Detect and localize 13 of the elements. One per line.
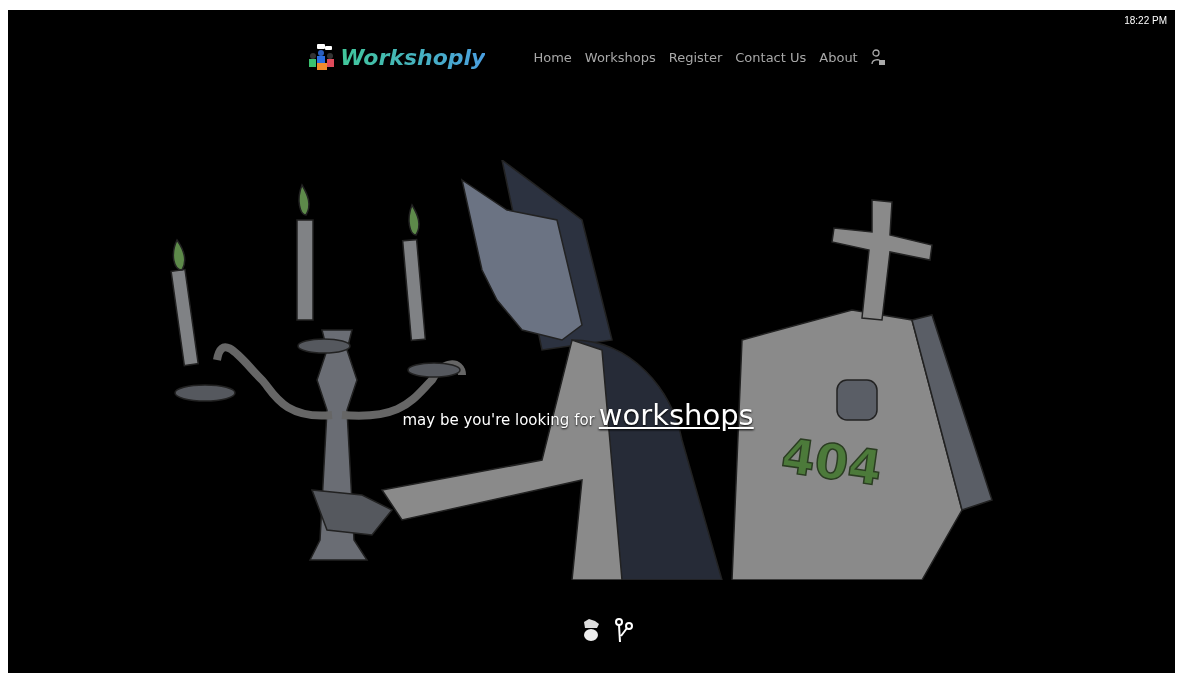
- nav-link[interactable]: Workshops: [584, 49, 656, 65]
- scissors-icon: [614, 618, 633, 642]
- user-lock-icon[interactable]: [870, 49, 885, 65]
- tombstone-text: 404: [777, 426, 885, 497]
- nav-link[interactable]: About: [819, 49, 858, 65]
- nav-link[interactable]: Contact Us: [735, 49, 807, 65]
- brand-logo[interactable]: Workshoply: [308, 44, 486, 70]
- clock-time: 18:22 PM: [1124, 15, 1167, 26]
- people-meeting-icon: [308, 44, 337, 70]
- nav-link[interactable]: Register: [668, 49, 723, 65]
- nav-link[interactable]: Home: [533, 49, 572, 65]
- hint-text: may be you're looking for: [402, 411, 595, 429]
- workshops-link[interactable]: workshops: [598, 398, 754, 432]
